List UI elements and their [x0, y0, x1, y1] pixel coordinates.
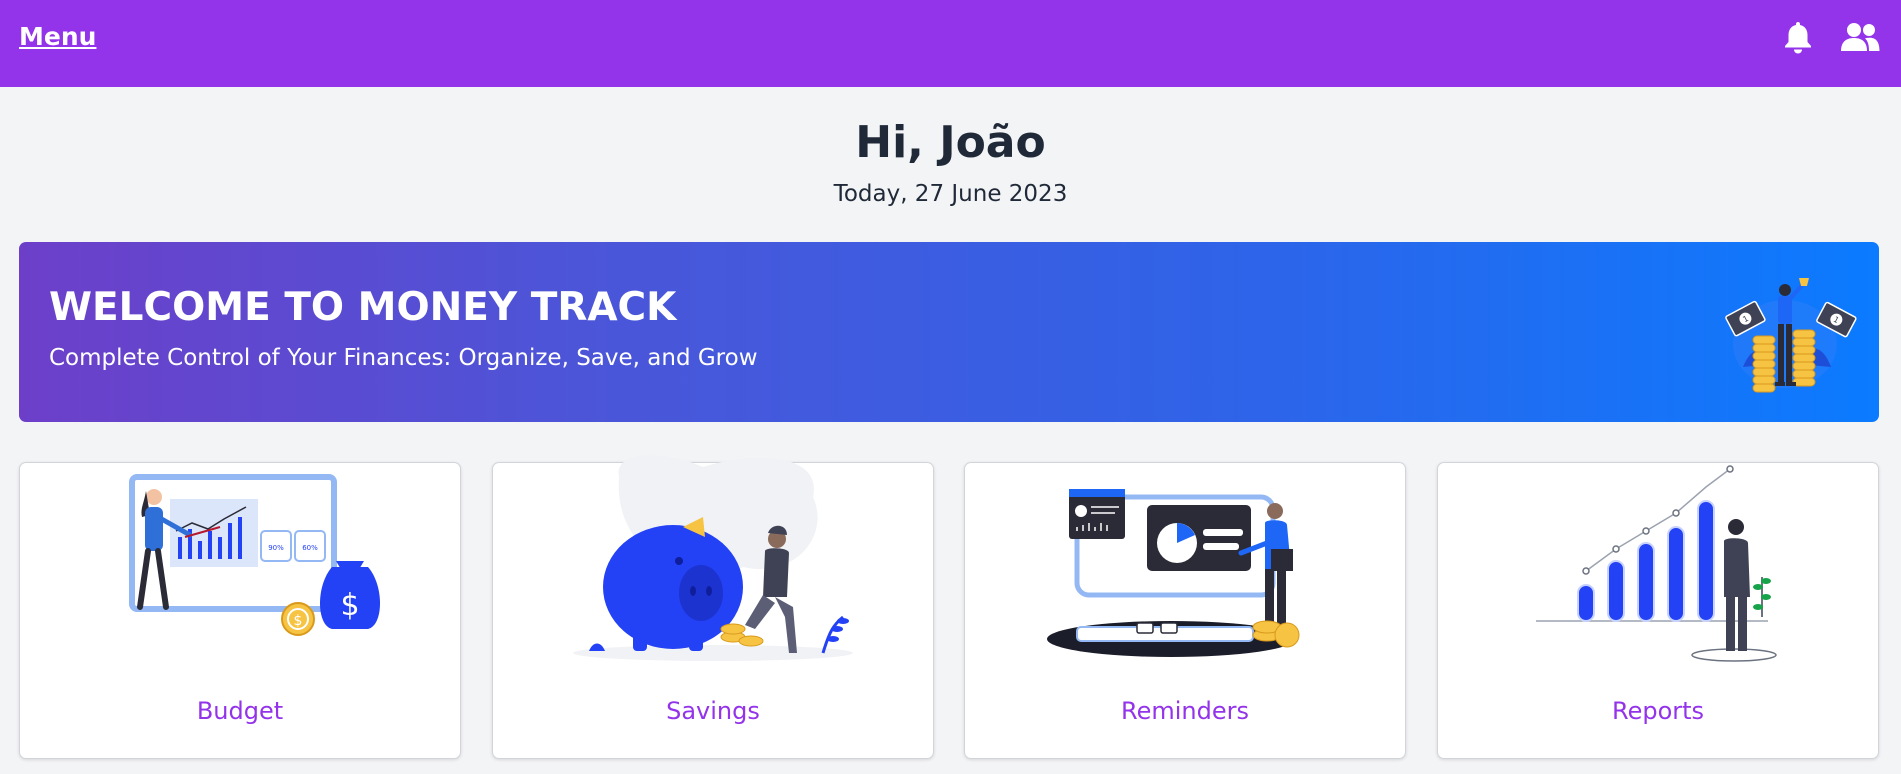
budget-illustration: 90% 60% $ $: [129, 474, 380, 636]
reminders-label: Reminders: [1121, 697, 1249, 725]
svg-text:$: $: [294, 613, 303, 629]
reminders-illustration: [1047, 489, 1300, 657]
reports-card[interactable]: Reports: [1437, 462, 1879, 759]
banner-title: WELCOME TO MONEY TRACK: [49, 285, 677, 330]
svg-text:$: $: [340, 588, 359, 623]
svg-text:90%: 90%: [268, 544, 284, 552]
reports-illustration: [1536, 465, 1777, 662]
savings-illustration: [573, 455, 853, 661]
savings-label: Savings: [666, 697, 760, 725]
budget-card[interactable]: 90% 60% $ $ Budget: [19, 462, 461, 759]
bell-icon[interactable]: [1782, 20, 1814, 54]
menu-link[interactable]: Menu: [19, 22, 96, 51]
top-navbar: Menu: [0, 0, 1901, 87]
welcome-banner: WELCOME TO MONEY TRACK Complete Control …: [19, 242, 1879, 422]
reports-label: Reports: [1611, 697, 1705, 725]
banner-subtitle: Complete Control of Your Finances: Organ…: [49, 345, 758, 371]
users-icon[interactable]: [1840, 22, 1880, 52]
reminders-card[interactable]: Reminders: [964, 462, 1406, 759]
money-trophy-illustration: 1 1: [1725, 278, 1857, 393]
budget-label: Budget: [196, 697, 284, 725]
savings-card[interactable]: Savings: [492, 455, 934, 759]
greeting-title: Hi, João: [855, 117, 1046, 168]
svg-text:60%: 60%: [302, 544, 318, 552]
today-date: Today, 27 June 2023: [833, 181, 1068, 207]
